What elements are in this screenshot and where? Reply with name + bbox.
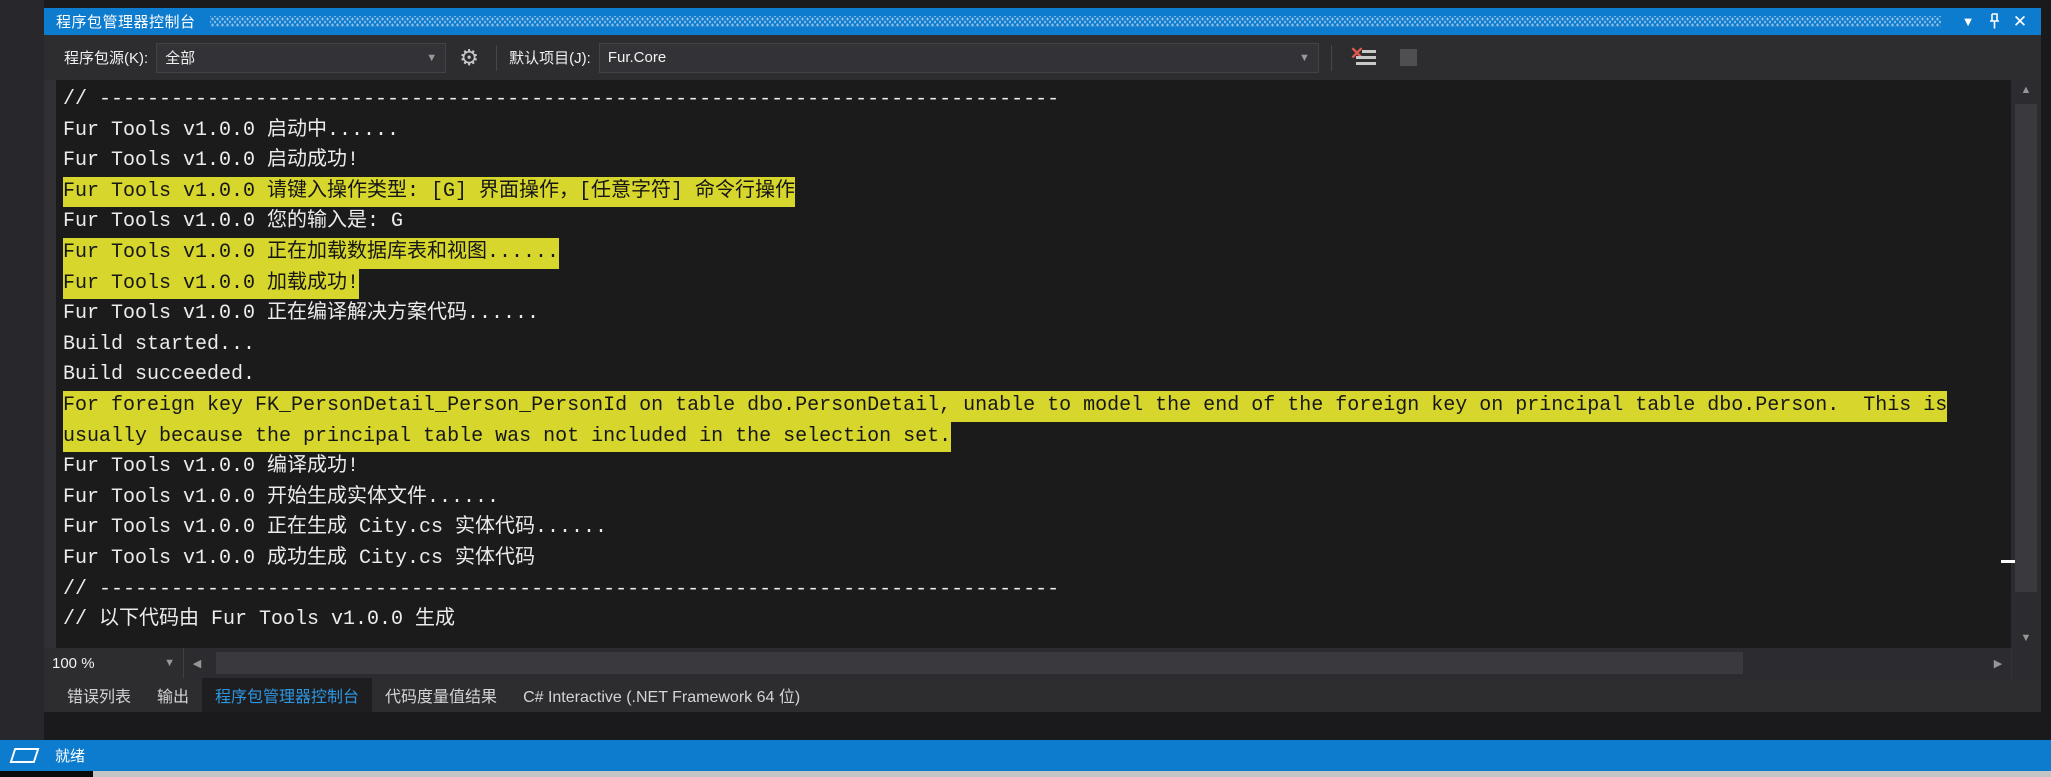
pin-icon[interactable] (1981, 11, 2007, 33)
console-line-text-highlighted: Fur Tools v1.0.0 正在加载数据库表和视图...... (63, 238, 559, 269)
package-source-value: 全部 (165, 47, 418, 68)
close-icon[interactable]: ✕ (2007, 11, 2033, 33)
console-line-text: Fur Tools v1.0.0 成功生成 City.cs 实体代码 (63, 544, 535, 575)
tool-window-titlebar[interactable]: 程序包管理器控制台 ▼ ✕ (44, 8, 2041, 35)
horizontal-scrollbar[interactable]: ◀ ▶ (184, 648, 2011, 678)
tool-window-tabbar: 错误列表输出程序包管理器控制台代码度量值结果C# Interactive (.N… (44, 678, 2041, 712)
default-project-value: Fur.Core (608, 49, 1291, 66)
console-row: // -------------------------------------… (44, 80, 2041, 648)
console-line: // 以下代码由 Fur Tools v1.0.0 生成 (63, 605, 2011, 636)
scroll-right-icon[interactable]: ▶ (1985, 653, 2011, 673)
console-line: Fur Tools v1.0.0 您的输入是: G (63, 207, 2011, 238)
console-line: // -------------------------------------… (63, 575, 2011, 606)
console-line-text: Fur Tools v1.0.0 开始生成实体文件...... (63, 483, 499, 514)
bottom-edge-strip (0, 771, 2051, 777)
console-line: usually because the principal table was … (63, 422, 2011, 453)
horizontal-scroll-thumb[interactable] (216, 652, 1743, 674)
console-line-text-highlighted: Fur Tools v1.0.0 加载成功! (63, 269, 359, 300)
chevron-down-icon: ▼ (426, 52, 437, 64)
console-line: Fur Tools v1.0.0 成功生成 City.cs 实体代码 (63, 544, 2011, 575)
console-line-text-highlighted: Fur Tools v1.0.0 请键入操作类型: [G] 界面操作，[任意字符… (63, 177, 795, 208)
console-line: Fur Tools v1.0.0 开始生成实体文件...... (63, 483, 2011, 514)
vertical-scroll-track[interactable] (2011, 100, 2041, 628)
console-line-text: Fur Tools v1.0.0 启动成功! (63, 146, 359, 177)
clear-icon-bar (1362, 50, 1376, 53)
console-line-text: Fur Tools v1.0.0 正在生成 City.cs 实体代码...... (63, 513, 607, 544)
console-line-text-highlighted: For foreign key FK_PersonDetail_Person_P… (63, 391, 1947, 422)
console-line: Fur Tools v1.0.0 启动成功! (63, 146, 2011, 177)
console-line-text: // 以下代码由 Fur Tools v1.0.0 生成 (63, 605, 455, 636)
toolbar-separator (1331, 45, 1332, 71)
window-right-margin (2041, 0, 2051, 740)
console-line: Fur Tools v1.0.0 加载成功! (63, 269, 2011, 300)
tab-inactive[interactable]: 输出 (144, 678, 202, 712)
clear-icon-bar (1356, 62, 1376, 65)
tab-active[interactable]: 程序包管理器控制台 (202, 678, 372, 712)
scrollbar-corner (2011, 648, 2041, 678)
console-line: Fur Tools v1.0.0 启动中...... (63, 116, 2011, 147)
zoom-scroll-bar: 100 % ▼ ◀ ▶ (44, 648, 2041, 678)
pin-icon-glyph (1987, 13, 2002, 30)
zoom-level-dropdown[interactable]: 100 % ▼ (44, 648, 184, 678)
console-line: Fur Tools v1.0.0 正在生成 City.cs 实体代码...... (63, 513, 2011, 544)
package-source-dropdown[interactable]: 全部 ▼ (156, 43, 446, 73)
scroll-up-icon[interactable]: ▲ (2011, 80, 2041, 100)
bottom-edge-dark-segment (0, 771, 93, 777)
tool-window-title: 程序包管理器控制台 (56, 11, 196, 32)
console-line: Fur Tools v1.0.0 正在编译解决方案代码...... (63, 299, 2011, 330)
console-output[interactable]: // -------------------------------------… (44, 80, 2011, 648)
window-position-menu-icon[interactable]: ▼ (1955, 11, 1981, 33)
console-line: Build started... (63, 330, 2011, 361)
console-line-text: Fur Tools v1.0.0 编译成功! (63, 452, 359, 483)
toolbar-separator (496, 45, 497, 71)
zoom-level-value: 100 % (52, 655, 164, 672)
console-line: // -------------------------------------… (63, 85, 2011, 116)
status-bar: 就绪 (0, 740, 2051, 771)
vertical-scroll-thumb[interactable] (2015, 104, 2037, 592)
console-line: For foreign key FK_PersonDetail_Person_P… (63, 391, 2011, 422)
console-line-text: Fur Tools v1.0.0 正在编译解决方案代码...... (63, 299, 539, 330)
clear-console-icon[interactable]: ✕ (1350, 48, 1376, 68)
console-line: Build succeeded. (63, 360, 2011, 391)
gear-icon[interactable]: ⚙ (454, 45, 484, 71)
tab-inactive[interactable]: 代码度量值结果 (372, 678, 510, 712)
console-line-text: Fur Tools v1.0.0 您的输入是: G (63, 207, 403, 238)
scroll-left-icon[interactable]: ◀ (184, 653, 210, 673)
package-source-label: 程序包源(K): (64, 47, 148, 68)
console-line-text: // -------------------------------------… (63, 85, 1059, 116)
status-text: 就绪 (55, 745, 85, 766)
tab-inactive[interactable]: 错误列表 (54, 678, 144, 712)
caret-position-marker (2001, 560, 2015, 563)
console-line-text: Build started... (63, 330, 255, 361)
tab-inactive[interactable]: C# Interactive (.NET Framework 64 位) (510, 678, 813, 712)
window-left-margin (0, 0, 44, 740)
console-line-text-highlighted: usually because the principal table was … (63, 422, 951, 453)
vertical-scrollbar[interactable]: ▲ ▼ (2011, 80, 2041, 648)
console-toolbar: 程序包源(K): 全部 ▼ ⚙ 默认项目(J): Fur.Core ▼ ✕ (44, 35, 2041, 80)
console-line: Fur Tools v1.0.0 正在加载数据库表和视图...... (63, 238, 2011, 269)
stop-icon (1400, 49, 1417, 66)
default-project-dropdown[interactable]: Fur.Core ▼ (599, 43, 1319, 73)
clear-x-glyph: ✕ (1350, 44, 1364, 64)
chevron-down-icon: ▼ (1299, 52, 1310, 64)
console-line-text: // -------------------------------------… (63, 575, 1059, 606)
horizontal-scroll-track[interactable] (210, 648, 1985, 678)
console-line-text: Build succeeded. (63, 360, 255, 391)
status-parallelogram-icon (10, 748, 40, 763)
default-project-label: 默认项目(J): (509, 47, 591, 68)
chevron-down-icon: ▼ (164, 657, 175, 669)
titlebar-drag-grip[interactable] (210, 16, 1941, 27)
console-line: Fur Tools v1.0.0 编译成功! (63, 452, 2011, 483)
console-line-text: Fur Tools v1.0.0 启动中...... (63, 116, 399, 147)
console-line: Fur Tools v1.0.0 请键入操作类型: [G] 界面操作，[任意字符… (63, 177, 2011, 208)
package-manager-console-window: 程序包管理器控制台 ▼ ✕ 程序包源(K): 全部 ▼ ⚙ 默认项目(J): F… (44, 8, 2041, 712)
clear-icon-bar (1356, 56, 1376, 59)
scroll-down-icon[interactable]: ▼ (2011, 628, 2041, 648)
